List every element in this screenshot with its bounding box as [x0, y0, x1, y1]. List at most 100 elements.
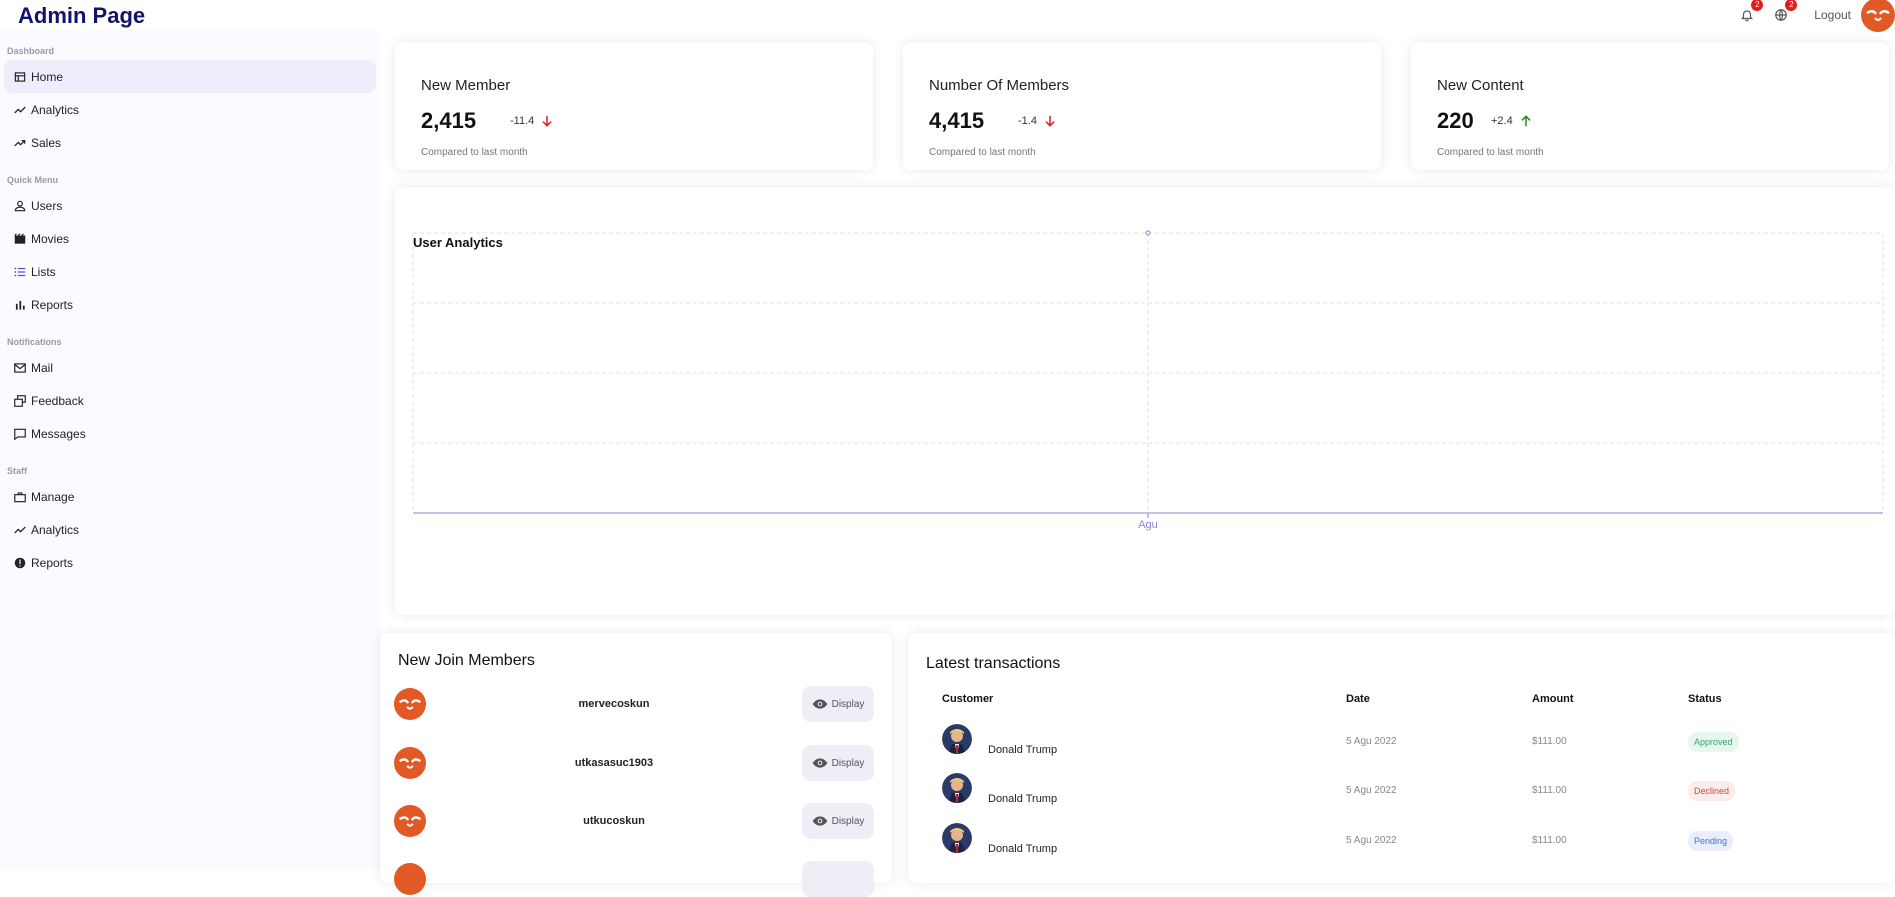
- trending-up-icon: [14, 139, 26, 146]
- transaction-amount: $111.00: [1532, 736, 1567, 747]
- customer-avatar: [942, 773, 972, 803]
- sidebar-item-feedback[interactable]: Feedback: [4, 384, 376, 417]
- display-button[interactable]: Display: [802, 803, 874, 839]
- transaction-amount: $111.00: [1532, 785, 1567, 796]
- member-username: utkasasuc1903: [574, 757, 654, 769]
- sidebar-item-analytics[interactable]: Analytics: [4, 93, 376, 126]
- stat-subtitle: Compared to last month: [421, 147, 528, 158]
- sidebar-item-label: Users: [31, 198, 63, 213]
- new-join-members-card: New Join Members mervecoskun Display utk…: [380, 633, 892, 897]
- arrow-up-icon: [1521, 115, 1531, 127]
- transaction-date: 5 Agu 2022: [1346, 785, 1397, 796]
- bell-icon: [1741, 10, 1754, 22]
- column-header-amount: Amount: [1532, 693, 1574, 705]
- user-avatar[interactable]: [1861, 0, 1895, 32]
- stat-rate: +2.4: [1491, 114, 1533, 128]
- display-label: Display: [831, 757, 865, 769]
- user-analytics-card: User Analytics Agu: [395, 187, 1895, 615]
- mail-icon: [14, 362, 26, 373]
- customer-name: Donald Trump: [988, 793, 1058, 805]
- customer-avatar: [942, 823, 972, 853]
- sidebar-item-lists[interactable]: Lists: [4, 255, 376, 288]
- logout-button[interactable]: Logout: [1814, 8, 1851, 22]
- member-avatar: [394, 863, 426, 895]
- customer-name: Donald Trump: [988, 744, 1058, 756]
- sidebar-item-label: Reports: [31, 297, 74, 312]
- sidebar-item-home[interactable]: Home: [4, 60, 376, 93]
- arrow-down-icon: [1045, 115, 1055, 127]
- main-content: New Member 2,415 -11.4 Compared to last …: [380, 30, 1895, 897]
- sidebar-item-messages[interactable]: Messages: [4, 417, 376, 450]
- language-button[interactable]: 2: [1772, 0, 1798, 24]
- status-badge: Approved: [1688, 732, 1739, 752]
- movie-icon: [14, 232, 26, 244]
- sidebar-item-label: Home: [31, 69, 64, 84]
- top-bar: Admin Page 2 2 Logout: [0, 0, 1895, 32]
- transactions-title: Latest transactions: [926, 655, 1061, 672]
- sidebar-item-label: Movies: [31, 231, 70, 246]
- report-icon: [14, 557, 26, 568]
- transaction-date: 5 Agu 2022: [1346, 736, 1397, 747]
- member-row: utkasasuc1903 Display: [394, 745, 874, 781]
- stat-title: New Content: [1437, 77, 1524, 94]
- table-row: Donald Trump 5 Agu 2022 $111.00 Declined: [908, 773, 1895, 813]
- stat-value: 4,415: [929, 108, 985, 133]
- eye-icon: [812, 758, 827, 768]
- stat-value: 2,415: [421, 108, 477, 133]
- display-button[interactable]: [802, 861, 874, 897]
- sidebar-item-movies[interactable]: Movies: [4, 222, 376, 255]
- sidebar-section-title: Notifications: [7, 337, 62, 347]
- sidebar-item-label: Reports: [31, 555, 74, 570]
- app-logo[interactable]: Admin Page: [18, 3, 145, 29]
- column-header-customer: Customer: [942, 693, 994, 705]
- member-avatar: [394, 805, 426, 837]
- display-label: Display: [831, 815, 865, 827]
- stat-rate-value: -1.4: [1018, 115, 1037, 127]
- top-bar-actions: 2 2 Logout: [1738, 0, 1895, 32]
- user-analytics-chart: Agu: [412, 230, 1884, 531]
- sidebar-item-label: Feedback: [31, 393, 84, 408]
- sidebar-item-staff-analytics[interactable]: Analytics: [4, 513, 376, 546]
- notifications-button[interactable]: 2: [1738, 0, 1764, 24]
- stat-subtitle: Compared to last month: [1437, 147, 1544, 158]
- sidebar-item-label: Mail: [31, 360, 54, 375]
- stat-card-new-member: New Member 2,415 -11.4 Compared to last …: [395, 42, 873, 170]
- table-row: Donald Trump 5 Agu 2022 $111.00 Approved: [908, 724, 1895, 764]
- timeline-icon: [14, 526, 26, 533]
- globe-icon: [1775, 9, 1788, 21]
- stat-card-new-content: New Content 220 +2.4 Compared to last mo…: [1411, 42, 1889, 170]
- eye-icon: [812, 816, 827, 826]
- sidebar-item-users[interactable]: Users: [4, 189, 376, 222]
- status-badge: Pending: [1688, 831, 1734, 851]
- stat-subtitle: Compared to last month: [929, 147, 1036, 158]
- stat-rate: -11.4: [510, 114, 554, 128]
- status-badge: Declined: [1688, 781, 1736, 801]
- sidebar-item-reports[interactable]: Reports: [4, 288, 376, 321]
- bar-chart-icon: [15, 300, 25, 310]
- member-avatar: [394, 688, 426, 720]
- arrow-down-icon: [542, 115, 552, 127]
- display-button[interactable]: Display: [802, 686, 874, 722]
- timeline-icon: [14, 106, 26, 113]
- x-tick-label: Agu: [1138, 519, 1158, 531]
- member-row-partial: [394, 861, 874, 897]
- sidebar-item-label: Messages: [31, 426, 86, 441]
- sidebar-item-manage[interactable]: Manage: [4, 480, 376, 513]
- notifications-badge: 2: [1751, 0, 1764, 11]
- sidebar-item-sales[interactable]: Sales: [4, 126, 376, 159]
- eye-icon: [812, 699, 827, 709]
- sidebar-item-label: Lists: [31, 264, 56, 279]
- table-row: Donald Trump 5 Agu 2022 $111.00 Pending: [908, 823, 1895, 863]
- sidebar-section-title: Staff: [7, 466, 27, 476]
- sidebar-item-mail[interactable]: Mail: [4, 351, 376, 384]
- sidebar-item-staff-reports[interactable]: Reports: [4, 546, 376, 579]
- display-button[interactable]: Display: [802, 745, 874, 781]
- members-title: New Join Members: [398, 652, 535, 669]
- stat-rate-value: +2.4: [1491, 115, 1513, 127]
- member-avatar: [394, 747, 426, 779]
- list-icon: [14, 267, 26, 276]
- sidebar-item-label: Analytics: [31, 102, 80, 117]
- latest-transactions-card: Latest transactions Customer Date Amount…: [908, 633, 1895, 883]
- sidebar: Dashboard Home Analytics Sales Quick Men…: [0, 30, 380, 869]
- member-row: mervecoskun Display: [394, 686, 874, 722]
